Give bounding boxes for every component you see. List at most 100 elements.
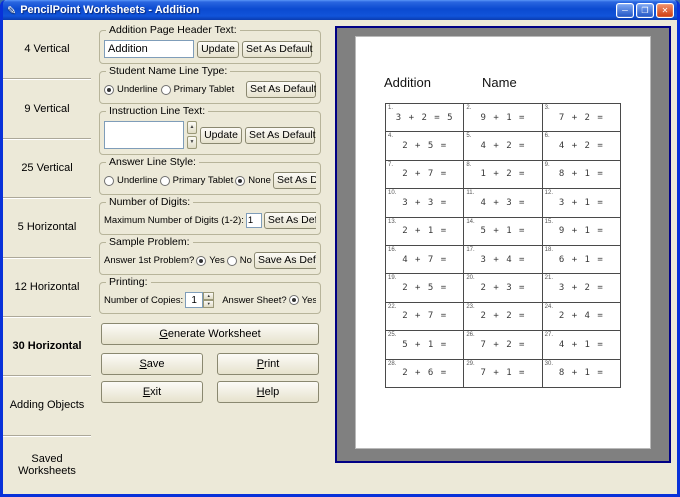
header-update-button[interactable]: Update xyxy=(197,40,239,58)
worksheet-preview-panel: Addition Name 1. 3 + 2 = 5 2. 9 + 1 = 3. 7 + … xyxy=(335,26,671,463)
problem-number: 28. xyxy=(388,360,397,367)
problem-text: 9 + 1 = xyxy=(558,226,604,237)
sidebar-item-25-vertical[interactable]: 25 Vertical xyxy=(3,137,91,197)
problem-number: 26. xyxy=(466,332,475,339)
spin-down-icon[interactable]: ▼ xyxy=(203,300,215,308)
problems-grid: 1. 3 + 2 = 5 2. 9 + 1 = 3. 7 + 2 = 4. 2 + 5 = 5.… xyxy=(385,103,621,388)
problem-text: 3 + 4 = xyxy=(480,254,526,265)
answer-line-group: Answer Line Style: Underline Primary Tab… xyxy=(99,156,321,195)
sample-save-default-button[interactable]: Save As Default xyxy=(253,252,316,269)
problem-cell: 12. 3 + 1 = xyxy=(542,189,621,218)
problem-number: 16. xyxy=(388,246,397,253)
spin-up-icon[interactable]: ▲ xyxy=(203,292,215,300)
answer-line-primary-tablet-label: Primary Tablet xyxy=(172,175,234,186)
scroll-down-icon[interactable]: ▼ xyxy=(187,136,197,149)
problem-number: 2. xyxy=(466,105,472,111)
problem-number: 19. xyxy=(388,275,397,282)
problem-cell: 2. 9 + 1 = xyxy=(464,104,543,133)
copies-label: Number of Copies: xyxy=(104,294,184,306)
problem-text: 5 + 1 = xyxy=(402,339,448,350)
problem-text: 7 + 2 = xyxy=(480,339,526,350)
problem-text: 7 + 1 = xyxy=(480,368,526,379)
problem-number: 17. xyxy=(466,246,475,253)
digits-group-title: Number of Digits: xyxy=(106,196,194,208)
maximize-button[interactable]: ❐ xyxy=(636,2,654,18)
problem-number: 13. xyxy=(388,218,397,225)
answer-sheet-yes-radio[interactable]: Yes xyxy=(288,294,316,306)
printing-group: Printing: Number of Copies: ▲ ▼ Answer S… xyxy=(99,276,321,314)
problem-text: 2 + 1 = xyxy=(402,226,448,237)
header-text-group: Addition Page Header Text: Update Set As… xyxy=(99,24,321,64)
copies-stepper[interactable]: ▲ ▼ xyxy=(185,292,215,308)
header-text-input[interactable] xyxy=(104,40,194,58)
problem-cell: 26. 7 + 2 = xyxy=(464,331,543,360)
save-button[interactable]: Save xyxy=(101,353,203,375)
sidebar-item-adding-objects[interactable]: Adding Objects xyxy=(3,375,91,434)
problem-text: 4 + 1 = xyxy=(558,339,604,350)
problem-cell: 1. 3 + 2 = 5 xyxy=(386,104,465,133)
instruction-text-input[interactable] xyxy=(104,121,184,149)
problem-text: 8 + 1 = xyxy=(558,169,604,180)
answer-line-underline-radio[interactable]: Underline xyxy=(104,175,158,186)
preview-header: Addition xyxy=(384,75,431,90)
preview-area: Addition Name 1. 3 + 2 = 5 2. 9 + 1 = 3. 7 + … xyxy=(327,20,677,494)
answer-line-primary-tablet-radio[interactable]: Primary Tablet xyxy=(159,175,234,186)
problem-number: 5. xyxy=(466,133,472,140)
answer-sheet-label: Answer Sheet? xyxy=(222,294,287,306)
sample-problem-group-title: Sample Problem: xyxy=(106,236,193,248)
name-line-primary-tablet-radio[interactable]: Primary Tablet xyxy=(160,84,234,95)
problem-cell: 16. 4 + 7 = xyxy=(386,245,465,275)
problem-cell: 15. 9 + 1 = xyxy=(542,217,621,246)
problem-number: 14. xyxy=(466,218,475,225)
instruction-scrollbar[interactable]: ▲ ▼ xyxy=(187,121,197,149)
problem-cell: 25. 5 + 1 = xyxy=(386,331,465,360)
sidebar-item-5-horizontal[interactable]: 5 Horizontal xyxy=(3,197,91,256)
sidebar-item-12-horizontal[interactable]: 12 Horizontal xyxy=(3,256,91,316)
header-set-default-button[interactable]: Set As Default xyxy=(242,40,313,58)
answer-line-none-radio[interactable]: None xyxy=(235,175,271,186)
instruction-set-default-button[interactable]: Set As Default xyxy=(245,126,316,144)
problem-cell: 29. 7 + 1 = xyxy=(464,359,543,388)
answer-line-set-default-button[interactable]: Set As Default xyxy=(272,172,316,189)
problem-number: 7. xyxy=(388,161,394,168)
close-button[interactable]: ✕ xyxy=(656,2,674,18)
radio-dot-icon xyxy=(235,175,246,186)
generate-worksheet-button[interactable]: Generate Worksheet xyxy=(101,323,319,345)
sidebar-item-9-vertical[interactable]: 9 Vertical xyxy=(3,78,91,137)
radio-dot-icon xyxy=(196,255,207,266)
answer-sheet-yes-label: Yes xyxy=(301,294,316,306)
problem-number: 3. xyxy=(544,105,550,111)
preview-name-label: Name xyxy=(482,75,517,90)
help-button[interactable]: Help xyxy=(217,381,319,403)
problem-number: 27. xyxy=(544,332,553,339)
instruction-update-button[interactable]: Update xyxy=(200,126,242,144)
sidebar-item-4-vertical[interactable]: 4 Vertical xyxy=(3,20,91,78)
digits-input[interactable] xyxy=(245,213,262,228)
minimize-button[interactable]: ─ xyxy=(616,2,634,18)
name-line-set-default-button[interactable]: Set As Default xyxy=(246,81,316,98)
problem-cell: 23. 2 + 2 = xyxy=(464,302,543,332)
problem-cell: 22. 2 + 7 = xyxy=(386,302,465,332)
titlebar[interactable]: ✎ PencilPoint Worksheets - Addition ─ ❐ … xyxy=(3,0,677,20)
exit-button[interactable]: Exit xyxy=(101,381,203,403)
radio-dot-icon xyxy=(160,84,171,95)
problem-text: 7 + 2 = xyxy=(558,112,604,123)
sample-no-radio[interactable]: No xyxy=(226,255,252,266)
problem-number: 10. xyxy=(388,190,397,197)
problem-cell: 21. 3 + 2 = xyxy=(542,274,621,303)
print-button[interactable]: Print xyxy=(217,353,319,375)
window-title: PencilPoint Worksheets - Addition xyxy=(20,4,200,16)
problem-cell: 27. 4 + 1 = xyxy=(542,331,621,360)
sidebar-item-30-horizontal[interactable]: 30 Horizontal xyxy=(3,315,91,375)
digits-set-default-button[interactable]: Set As Default xyxy=(263,212,316,229)
problem-text: 6 + 1 = xyxy=(558,254,604,265)
copies-input[interactable] xyxy=(185,292,204,308)
name-line-underline-radio[interactable]: Underline xyxy=(104,84,158,95)
sidebar-item-saved-worksheets[interactable]: Saved Worksheets xyxy=(3,434,91,494)
scroll-up-icon[interactable]: ▲ xyxy=(187,121,197,134)
problem-number: 18. xyxy=(544,246,553,253)
sample-yes-radio[interactable]: Yes xyxy=(196,255,225,266)
radio-dot-icon xyxy=(104,84,114,95)
problem-cell: 17. 3 + 4 = xyxy=(464,245,543,275)
answer-line-group-title: Answer Line Style: xyxy=(106,156,199,168)
